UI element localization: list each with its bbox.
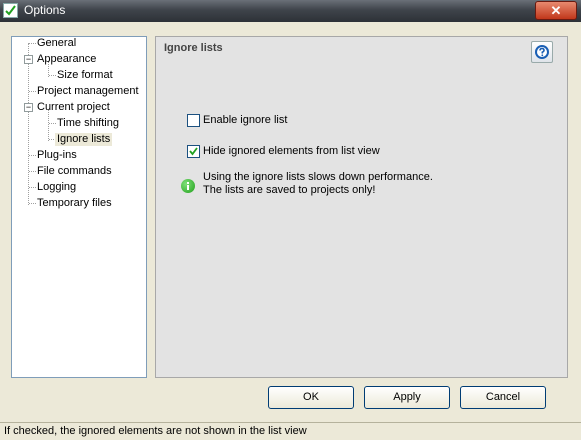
ok-button[interactable]: OK xyxy=(268,386,354,409)
status-text: If checked, the ignored elements are not… xyxy=(4,425,307,437)
tree-connector xyxy=(29,43,36,44)
options-tree[interactable]: − − General Appearance Size format Proje… xyxy=(11,36,147,378)
enable-ignore-list-checkbox[interactable] xyxy=(187,114,200,127)
settings-panel: Ignore lists Enable ignore list Hide ign… xyxy=(155,36,568,378)
tree-item-current-project[interactable]: Current project xyxy=(37,101,110,114)
checkmark-icon xyxy=(189,147,198,156)
tree-connector xyxy=(29,155,36,156)
help-icon xyxy=(535,45,549,59)
tree-item-file-commands[interactable]: File commands xyxy=(37,165,112,178)
tree-connector xyxy=(29,91,36,92)
cancel-button[interactable]: Cancel xyxy=(460,386,546,409)
tree-item-general[interactable]: General xyxy=(37,37,76,50)
tree-connector xyxy=(29,203,36,204)
apply-button[interactable]: Apply xyxy=(364,386,450,409)
panel-title: Ignore lists xyxy=(164,42,223,54)
tree-item-appearance[interactable]: Appearance xyxy=(37,53,96,66)
hide-ignored-elements-label[interactable]: Hide ignored elements from list view xyxy=(203,145,380,157)
tree-item-logging[interactable]: Logging xyxy=(37,181,76,194)
window-title: Options xyxy=(24,3,66,17)
status-bar: If checked, the ignored elements are not… xyxy=(0,422,581,440)
info-line-2: The lists are saved to projects only! xyxy=(203,184,376,196)
help-button[interactable] xyxy=(531,41,553,63)
tree-connector xyxy=(49,123,56,124)
tree-connector xyxy=(28,43,29,205)
tree-connector xyxy=(29,171,36,172)
tree-item-temporary-files[interactable]: Temporary files xyxy=(37,197,112,210)
hide-ignored-elements-checkbox[interactable] xyxy=(187,145,200,158)
tree-connector xyxy=(49,75,56,76)
info-icon xyxy=(181,179,195,193)
tree-connector xyxy=(29,187,36,188)
title-bar[interactable]: Options ✕ xyxy=(0,0,581,22)
tree-item-size-format[interactable]: Size format xyxy=(57,69,113,82)
tree-item-time-shifting[interactable]: Time shifting xyxy=(57,117,119,130)
tree-item-project-management[interactable]: Project management xyxy=(37,85,139,98)
app-checkmark-icon xyxy=(3,3,18,18)
enable-ignore-list-label[interactable]: Enable ignore list xyxy=(203,114,287,126)
expander-appearance[interactable]: − xyxy=(24,55,33,64)
tree-item-ignore-lists[interactable]: Ignore lists xyxy=(55,133,113,146)
close-button[interactable]: ✕ xyxy=(535,1,577,20)
expander-current-project[interactable]: − xyxy=(24,103,33,112)
dialog-body: − − General Appearance Size format Proje… xyxy=(0,22,581,422)
tree-item-plug-ins[interactable]: Plug-ins xyxy=(37,149,77,162)
info-line-1: Using the ignore lists slows down perfor… xyxy=(203,171,433,183)
